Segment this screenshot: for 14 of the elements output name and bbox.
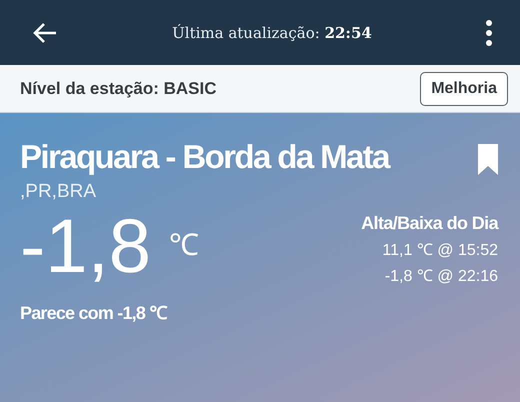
last-update-title: Última atualização: 22:54 — [172, 24, 372, 42]
back-button[interactable] — [32, 22, 58, 44]
upgrade-button[interactable]: Melhoria — [420, 72, 508, 106]
bookmark-icon[interactable] — [478, 144, 498, 175]
menu-button[interactable] — [486, 20, 492, 46]
temperature-unit: ℃ — [168, 228, 199, 264]
station-level-label: Nível da estação: BASIC — [20, 78, 217, 98]
daily-high: 11,1 ℃ @ 15:52 — [382, 241, 498, 260]
current-temperature: -1,8 — [20, 209, 151, 286]
high-low-title: Alta/Baixa do Dia — [361, 213, 498, 234]
station-name: Piraquara - Borda da Mata — [20, 139, 389, 176]
feels-like-text: Parece com -1,8 ℃ — [20, 302, 168, 324]
station-region: ,PR,BRA — [20, 181, 98, 204]
daily-low: -1,8 ℃ @ 22:16 — [384, 267, 498, 286]
